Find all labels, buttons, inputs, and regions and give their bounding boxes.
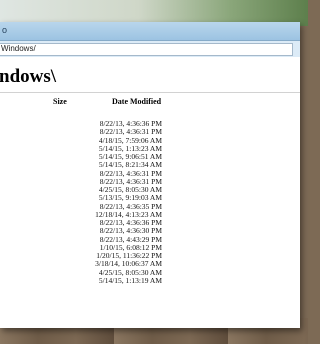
address-text: Windows/ (1, 44, 36, 53)
window-title: o (2, 25, 8, 35)
address-bar: Windows/ (0, 41, 300, 57)
page-title: ndows\ (0, 66, 57, 87)
heading-divider (0, 92, 300, 93)
window-titlebar[interactable]: o (0, 22, 300, 41)
file-list: 8/22/13, 4:36:36 PM 8/22/13, 4:36:31 PM 4/… (95, 119, 162, 285)
column-header-size[interactable]: Size (53, 97, 67, 106)
column-header-date-modified[interactable]: Date Modified (112, 97, 161, 106)
browser-window: o Windows/ ndows\ Size Date Modified 8/2… (0, 22, 300, 328)
address-input[interactable]: Windows/ (0, 43, 293, 56)
file-row-date-modified: 5/14/15, 1:13:19 AM (98, 275, 162, 285)
